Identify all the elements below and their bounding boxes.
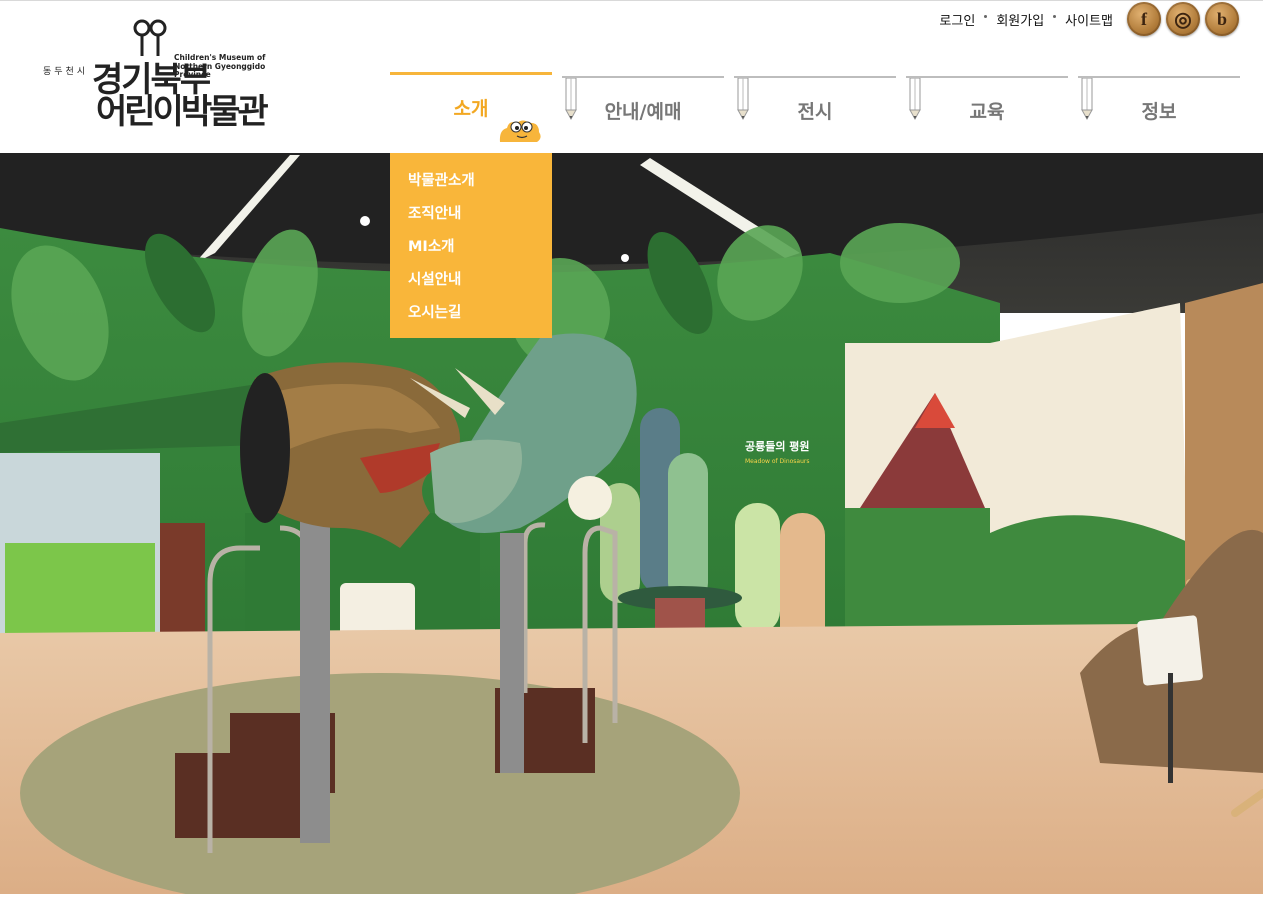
dinosaur-exhibit-illustration: 공룡들의 평원 Meadow of Dinosaurs <box>0 153 1263 894</box>
sitemap-link[interactable]: 사이트맵 <box>1065 10 1113 29</box>
nav-label[interactable]: 안내/예매 <box>562 97 724 124</box>
join-link[interactable]: 회원가입 <box>996 10 1044 29</box>
main-nav: 소개 안내/예매 전시 교육 정보 <box>390 72 1241 148</box>
logo-english-name: Children's Museum of Northern Gyeonggido… <box>174 53 274 80</box>
blog-icon[interactable]: b <box>1205 2 1239 36</box>
mascot-icon <box>499 120 541 142</box>
nav-item-guide[interactable]: 안내/예매 <box>562 72 724 148</box>
nav-item-education[interactable]: 교육 <box>906 72 1068 148</box>
nav-bar <box>906 76 1068 78</box>
exhibit-sign-title: 공룡들의 평원 <box>745 439 810 453</box>
instagram-icon[interactable]: ◎ <box>1166 2 1200 36</box>
logo-city-text: 동두천시 <box>43 67 89 77</box>
logo-title-line2: 어린이박물관 <box>96 92 269 132</box>
museum-logo[interactable]: 동두천시 경기북부 어린이박물관 Children's Museum of No… <box>40 18 270 133</box>
utility-links: 로그인 회원가입 사이트맵 <box>939 10 1113 29</box>
submenu-item-mi[interactable]: MI소개 <box>390 234 552 267</box>
submenu-item-about-museum[interactable]: 박물관소개 <box>390 168 552 201</box>
submenu-item-directions[interactable]: 오시는길 <box>390 300 552 333</box>
nav-label[interactable]: 교육 <box>906 97 1068 124</box>
intro-submenu: 박물관소개 조직안내 MI소개 시설안내 오시는길 <box>390 153 552 338</box>
nav-item-info[interactable]: 정보 <box>1078 72 1240 148</box>
nav-bar <box>734 76 896 78</box>
login-link[interactable]: 로그인 <box>939 10 975 29</box>
nav-label[interactable]: 전시 <box>734 97 896 124</box>
nav-item-exhibition[interactable]: 전시 <box>734 72 896 148</box>
social-links: f ◎ b <box>1127 2 1239 36</box>
top-border <box>0 0 1263 1</box>
facebook-icon[interactable]: f <box>1127 2 1161 36</box>
nav-bar <box>562 76 724 78</box>
submenu-item-organization[interactable]: 조직안내 <box>390 201 552 234</box>
nav-bar <box>1078 76 1240 78</box>
nav-active-bar <box>390 72 552 75</box>
separator-dot <box>984 15 988 18</box>
exhibit-sign-subtitle: Meadow of Dinosaurs <box>745 458 810 465</box>
submenu-item-facilities[interactable]: 시설안내 <box>390 267 552 300</box>
hero-image: 공룡들의 평원 Meadow of Dinosaurs <box>0 153 1263 894</box>
separator-dot <box>1053 15 1057 18</box>
nav-label[interactable]: 정보 <box>1078 97 1240 124</box>
page-bottom <box>0 894 1263 913</box>
nav-item-intro[interactable]: 소개 <box>390 72 552 148</box>
logo-eng-line: Province <box>174 70 211 79</box>
